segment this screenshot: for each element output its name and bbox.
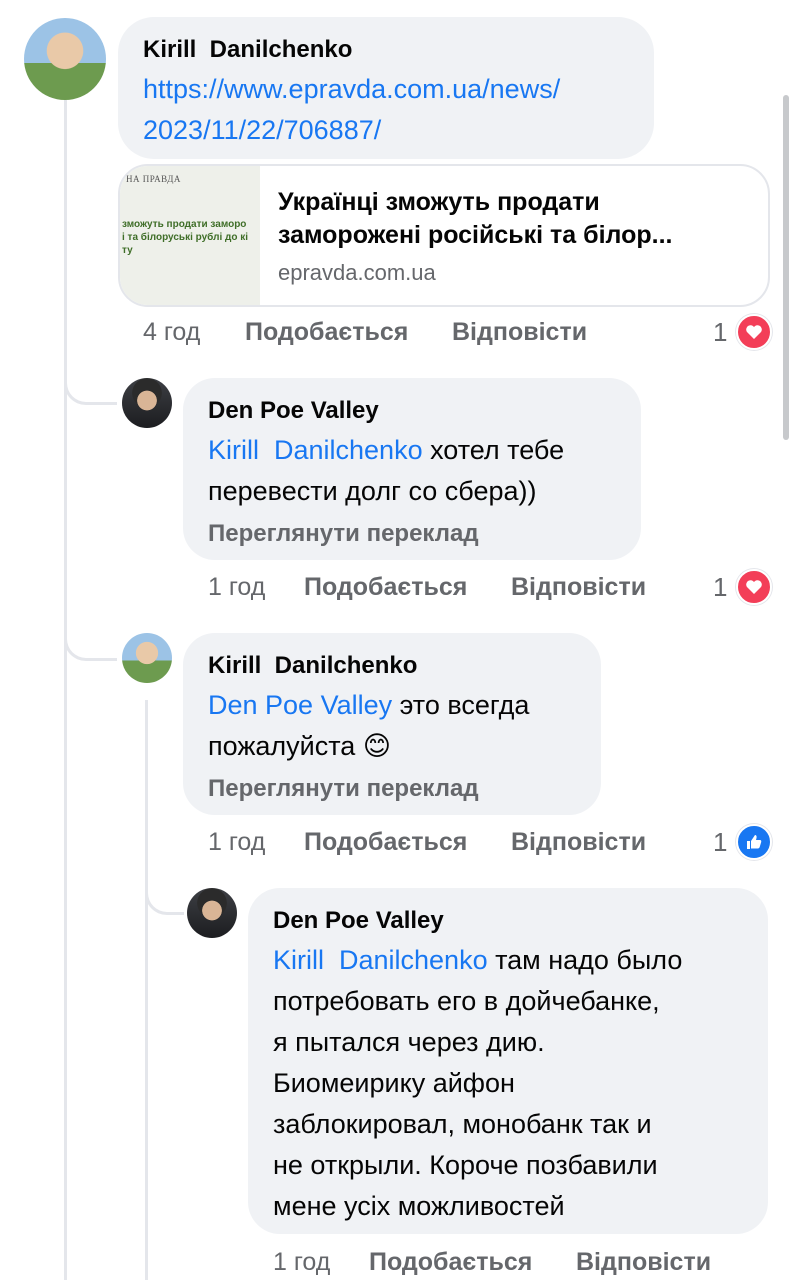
- comment-author[interactable]: Kirill Danilchenko: [143, 36, 352, 64]
- thread-line: [64, 100, 67, 1280]
- thumbnail-header: НА ПРАВДА: [126, 174, 181, 184]
- link-line[interactable]: 2023/11/22/706887/: [143, 110, 643, 151]
- comment-text-line: Биомеирику айфон: [273, 1068, 515, 1098]
- comment-time[interactable]: 1 год: [273, 1248, 330, 1277]
- mention-link[interactable]: Den Poe Valley: [208, 690, 392, 720]
- love-icon[interactable]: [736, 569, 772, 605]
- see-translation-link[interactable]: Переглянути переклад: [208, 520, 479, 548]
- comment-text-line: не открыли. Короче позбавили: [273, 1150, 658, 1180]
- mention-link[interactable]: Kirill Danilchenko: [208, 435, 423, 465]
- comment-time[interactable]: 4 год: [143, 318, 200, 347]
- link-preview-domain: epravda.com.ua: [278, 260, 436, 285]
- comment-text: Kirill Danilchenko там надо было потребо…: [273, 940, 763, 1227]
- reply-button[interactable]: Відповісти: [576, 1248, 711, 1277]
- see-translation-link[interactable]: Переглянути переклад: [208, 775, 479, 803]
- avatar[interactable]: [187, 888, 237, 938]
- comment-text: Kirill Danilchenko хотел тебе перевести …: [208, 430, 638, 512]
- comment-author[interactable]: Kirill Danilchenko: [208, 652, 417, 680]
- comment-text: Den Poe Valley это всегда пожалуйста 😊: [208, 685, 598, 767]
- comment-author[interactable]: Den Poe Valley: [208, 397, 379, 425]
- reply-button[interactable]: Відповісти: [452, 318, 587, 347]
- comment-author[interactable]: Den Poe Valley: [273, 907, 444, 935]
- like-button[interactable]: Подобається: [304, 828, 467, 857]
- comment-text-part: хотел тебе: [422, 435, 565, 465]
- reaction-count[interactable]: 1: [713, 317, 727, 348]
- comment-link[interactable]: https://www.epravda.com.ua/news/ 2023/11…: [143, 69, 643, 151]
- scrollbar[interactable]: [783, 95, 789, 440]
- comment-text-part: там надо было: [487, 945, 683, 975]
- comment-text-line: заблокировал, монобанк так и: [273, 1109, 652, 1139]
- reaction-count[interactable]: 1: [713, 572, 727, 603]
- comment-text-line: перевести долг со сбера)): [208, 476, 537, 506]
- comment-time[interactable]: 1 год: [208, 828, 265, 857]
- reply-button[interactable]: Відповісти: [511, 828, 646, 857]
- thread-connector: [64, 626, 117, 661]
- link-preview-card[interactable]: НА ПРАВДА зможуть продати заморо і та бі…: [118, 164, 770, 307]
- avatar[interactable]: [24, 18, 106, 100]
- link-preview-thumbnail: НА ПРАВДА зможуть продати заморо і та бі…: [120, 166, 260, 305]
- comment-text-line: потребовать его в дойчебанке,: [273, 986, 660, 1016]
- love-icon[interactable]: [736, 314, 772, 350]
- like-button[interactable]: Подобається: [369, 1248, 532, 1277]
- link-preview-title[interactable]: Українці зможуть продати заморожені росі…: [278, 186, 758, 252]
- link-line[interactable]: https://www.epravda.com.ua/news/: [143, 69, 643, 110]
- comment-time[interactable]: 1 год: [208, 573, 265, 602]
- mention-link[interactable]: Kirill Danilchenko: [273, 945, 488, 975]
- title-line: заморожені російські та білор...: [278, 221, 673, 249]
- reply-button[interactable]: Відповісти: [511, 573, 646, 602]
- comment-text-line: мене усіх можливостей: [273, 1191, 565, 1221]
- thread-connector: [145, 880, 184, 915]
- thread-line: [145, 700, 148, 1280]
- like-icon[interactable]: [736, 824, 772, 860]
- reaction-count[interactable]: 1: [713, 827, 727, 858]
- comment-text-line: пожалуйста 😊: [208, 731, 391, 761]
- comment-text-part: это всегда: [392, 690, 530, 720]
- like-button[interactable]: Подобається: [245, 318, 408, 347]
- thumbnail-text: зможуть продати заморо і та білоруські р…: [122, 219, 249, 256]
- title-line: Українці зможуть продати: [278, 188, 600, 216]
- like-button[interactable]: Подобається: [304, 573, 467, 602]
- avatar[interactable]: [122, 378, 172, 428]
- thread-connector: [64, 370, 117, 405]
- avatar[interactable]: [122, 633, 172, 683]
- comment-text-line: я пытался через дию.: [273, 1027, 545, 1057]
